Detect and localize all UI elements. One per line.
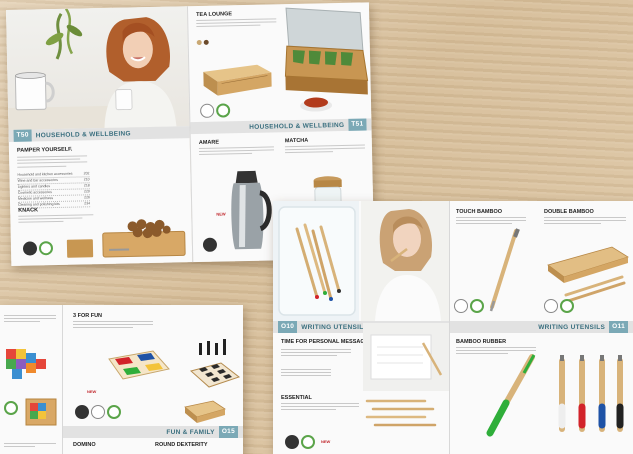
product-title-tea-lounge: TEA LOUNGE [196,11,233,19]
intro-text-lines [17,155,88,169]
new-label: NEW [87,389,97,394]
wood-badge-icon [544,299,558,313]
eco-badge-icon [470,299,484,313]
section-title: FUN & FAMILY [166,428,215,436]
page-number: O11 [609,321,628,333]
index-lines [281,369,331,379]
product-title-touch-bamboo: TOUCH BAMBOO [456,209,503,215]
product-title-round-dexterity: ROUND DEXTERITY [155,442,208,448]
product-text-lines [4,443,56,449]
board-games-photo [103,337,243,395]
page-number: O10 [278,321,298,333]
brochure-page-right: TOUCH BAMBOO DOUBLE BAMBOO WRITING UTENS… [449,201,633,454]
product-title-knack: KNACK [18,207,39,214]
green-grip-pen-photo [480,351,540,441]
brochure-fun-family-spread: 3 FOR FUN NEW FUN & FAMILY O15 DOMINO RO… [0,305,243,454]
tea-box-small-photo [199,56,274,98]
headline: TIME FOR PERSONAL MESSAGES. [281,339,374,345]
page-number: T51 [348,118,367,131]
new-label: NEW [216,211,226,217]
eco-badge-icon [301,435,315,449]
section-bar-fun-family: FUN & FAMILY O15 [63,426,243,438]
product-title-domino: DOMINO [73,442,96,448]
product-title-essential: ESSENTIAL [281,395,312,401]
puzzle-box-photo [22,393,60,429]
wood-badge-icon [200,103,215,118]
page-number: O15 [218,426,238,438]
nut-tray-photo [62,211,188,262]
dark-badge-icon [75,405,89,419]
section-title: WRITING UTENSILS [301,323,369,331]
dark-badge-icon [285,435,299,449]
product-title-matcha: MATCHA [284,137,309,145]
brochure-writing-utensils-spread: O10 WRITING UTENSILS TIME FOR PERSONAL M… [273,201,633,454]
section-title: WRITING UTENSILS [538,323,606,331]
new-label: NEW [321,439,331,444]
section-bar-right: WRITING UTENSILS O11 [450,321,633,333]
intro-heading: PAMPER YOURSELF. [16,146,73,154]
intro-text-lines [281,349,351,359]
product-text-lines [196,18,277,29]
product-text-lines [284,144,365,156]
brochure-page-right: 3 FOR FUN NEW FUN & FAMILY O15 DOMINO RO… [62,305,243,454]
bamboo-pen-set-box-photo [546,243,630,305]
dark-badge-icon [202,237,218,252]
section-bar-right: HOUSEHOLD & WELLBEING T51 [190,118,372,135]
eco-badge-icon [216,103,231,118]
product-title-amare: AMARE [198,139,220,146]
brochure-page-left: O10 WRITING UTENSILS TIME FOR PERSONAL M… [273,201,449,454]
touch-bamboo-pen-photo [480,227,524,315]
eco-badge-icon [560,299,574,313]
brochure-page-left: T50 HOUSEHOLD & WELLBEING PAMPER YOURSEL… [6,6,193,266]
section-title: HOUSEHOLD & WELLBEING [249,121,345,131]
eco-badge-icon [38,241,54,256]
wood-badge-icon [91,405,105,419]
product-text-lines [544,217,626,227]
pencils-row-photo [363,397,447,433]
product-text-lines [73,321,153,331]
colored-pens-photo [550,351,632,441]
dark-badge-icon [22,241,38,256]
product-title-3-for-fun: 3 FOR FUN [73,313,103,319]
eco-badge-icon [4,401,18,415]
product-text-lines [198,146,275,157]
page-number: T50 [13,129,32,142]
wooden-box-photo [181,397,227,425]
product-text-lines [4,315,56,325]
tea-box-open-photo [280,4,370,116]
section-bar-left: T50 HOUSEHOLD & WELLBEING [8,126,190,142]
brochure-page-left [0,305,62,454]
notebook-photo [363,323,449,391]
thermos-jug-photo [223,166,273,253]
wood-badge-icon [454,299,468,313]
eco-badge-icon [107,405,121,419]
color-swatches [196,39,209,46]
pencils-in-tray-photo [273,201,359,321]
product-text-lines [456,217,526,227]
puzzle-blocks-photo [0,345,60,395]
product-title-double-bamboo: DOUBLE BAMBOO [544,209,594,215]
product-title-bamboo-rubber: BAMBOO RUBBER [456,339,507,345]
woman-writing-photo [361,201,449,321]
product-text-lines [281,403,359,413]
category-index: Household and kitchen accessories 202 Win… [17,171,91,209]
woman-with-mug-photo [6,6,190,130]
section-title: HOUSEHOLD & WELLBEING [35,129,131,139]
